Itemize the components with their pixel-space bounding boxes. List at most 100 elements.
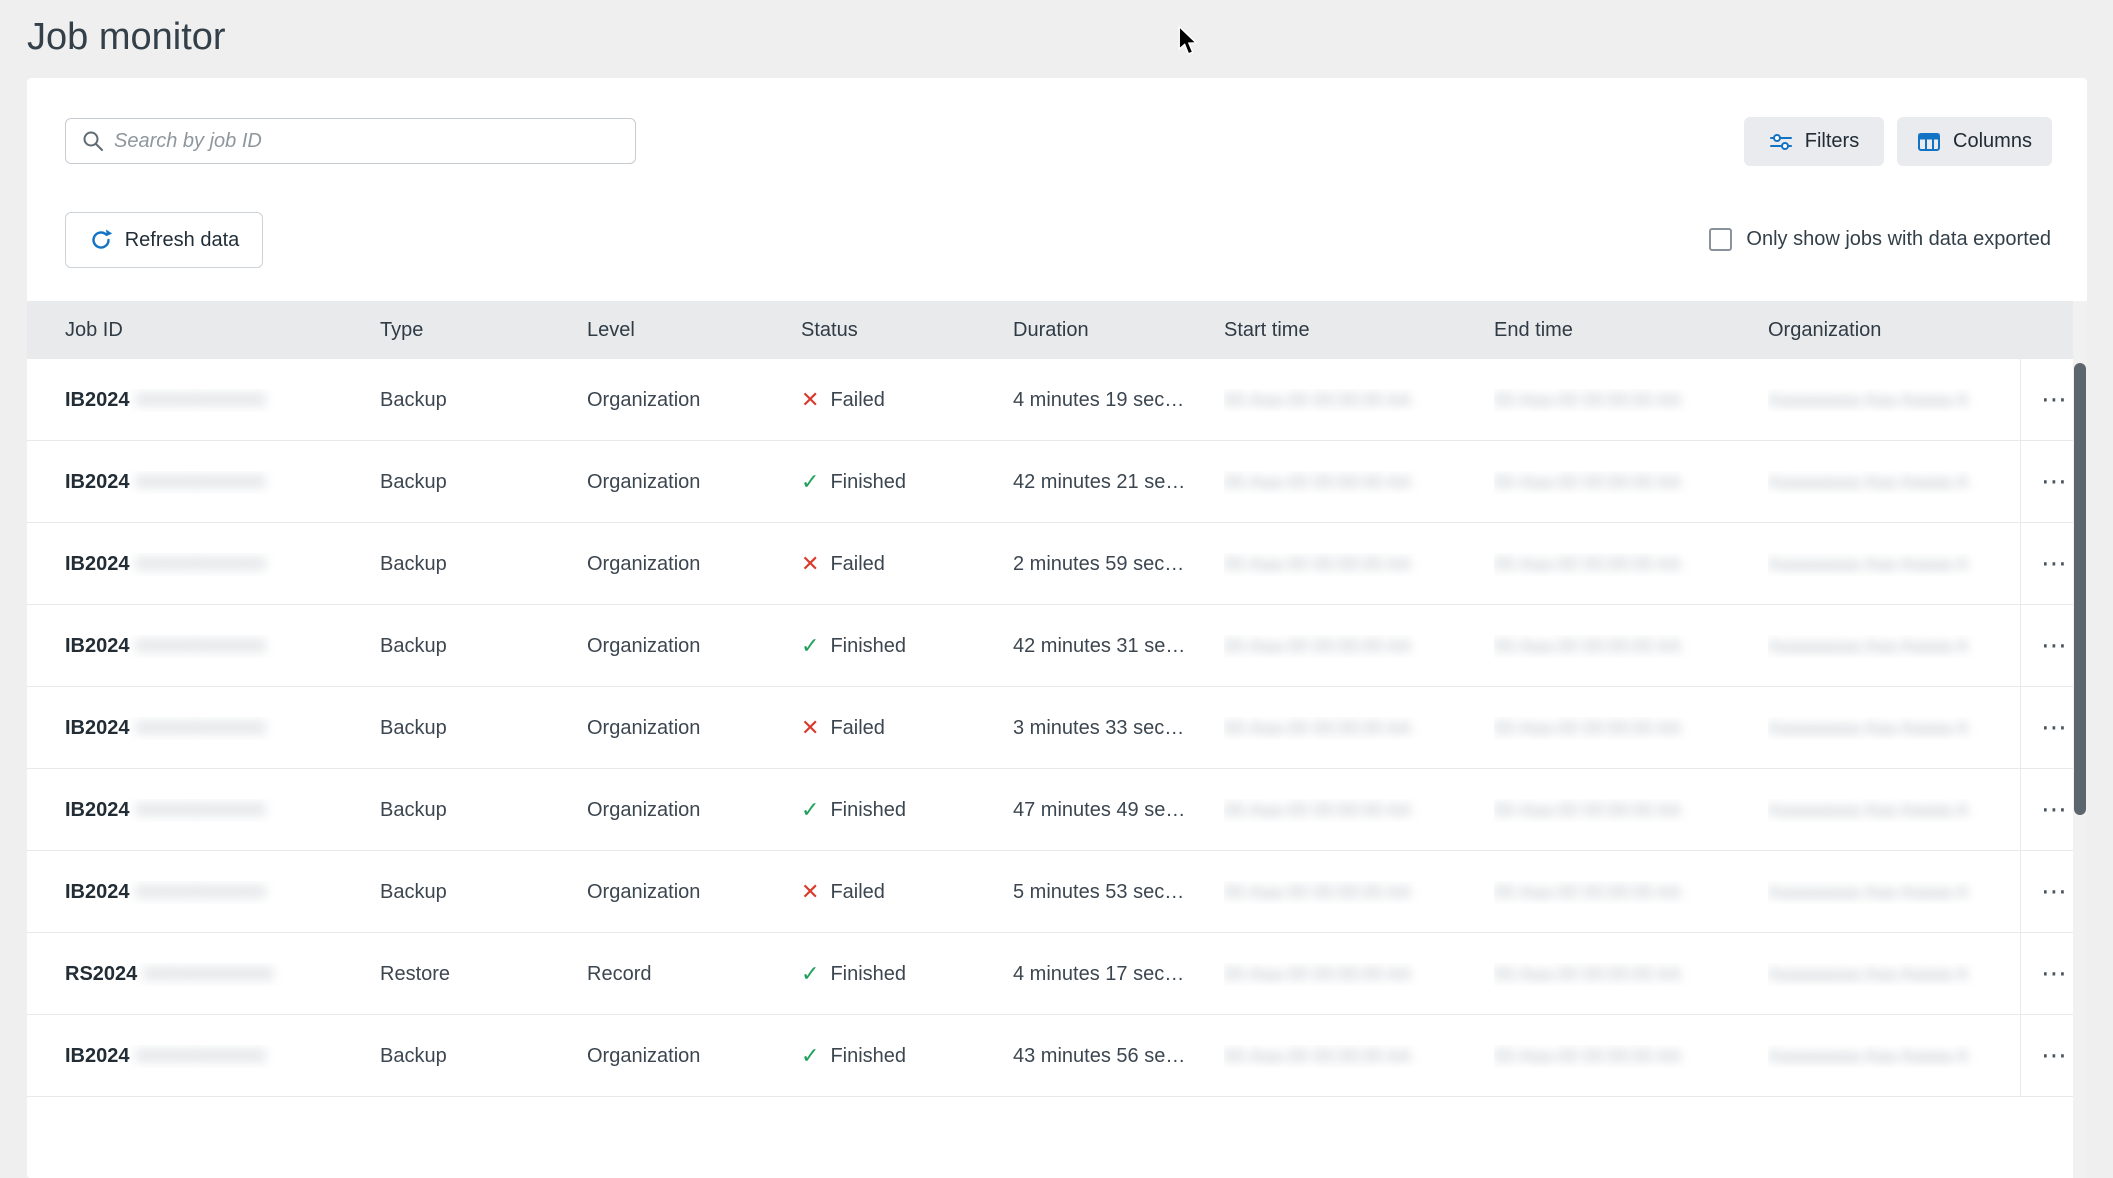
column-header-organization[interactable]: Organization (1768, 319, 2020, 342)
organization-cell: Aaaaaaaaa Aaa Aaaaa A (1768, 553, 2020, 576)
start-time-redacted: 00-Aaa-00 00:00:00 AA (1224, 390, 1412, 411)
organization-redacted: Aaaaaaaaa Aaa Aaaaa A (1768, 636, 1983, 657)
column-header-end-time[interactable]: End time (1494, 319, 1768, 342)
status-icon: ✓ (801, 635, 819, 657)
job-id-redacted: 0000000000000 (136, 718, 326, 739)
end-time-cell: 00-Aaa-00 00:00:00 AA (1494, 881, 1768, 904)
row-menu-button[interactable]: ⋯ (2031, 1037, 2077, 1075)
level-cell: Organization (587, 635, 801, 658)
duration-cell: 4 minutes 17 sec… (1013, 963, 1224, 986)
column-header-type[interactable]: Type (380, 319, 587, 342)
row-menu-button[interactable]: ⋯ (2031, 791, 2077, 829)
type-cell: Restore (380, 963, 587, 986)
filters-button-label: Filters (1805, 130, 1859, 153)
table-row[interactable]: IB20240000000000000 Backup Organization … (27, 605, 2087, 687)
table-header: Job ID Type Level Status Duration Start … (27, 301, 2087, 359)
filters-button[interactable]: Filters (1744, 117, 1884, 166)
row-menu-button[interactable]: ⋯ (2031, 955, 2077, 993)
type-cell: Backup (380, 635, 587, 658)
job-id-prefix: IB2024 (65, 1045, 130, 1067)
columns-button[interactable]: Columns (1897, 117, 2052, 166)
job-id-redacted: 0000000000000 (143, 964, 333, 985)
job-id-redacted: 0000000000000 (136, 390, 326, 411)
row-menu-button[interactable]: ⋯ (2031, 463, 2077, 501)
duration-cell: 2 minutes 59 sec… (1013, 553, 1224, 576)
organization-cell: Aaaaaaaaa Aaa Aaaaa A (1768, 881, 2020, 904)
end-time-redacted: 00-Aaa-00 00:00:00 AA (1494, 718, 1682, 739)
table-row[interactable]: IB20240000000000000 Backup Organization … (27, 687, 2087, 769)
only-exported-filter: Only show jobs with data exported (1709, 228, 2051, 251)
end-time-redacted: 00-Aaa-00 00:00:00 AA (1494, 964, 1682, 985)
status-cell: ✓ Finished (801, 635, 1013, 658)
row-menu-button[interactable]: ⋯ (2031, 545, 2077, 583)
level-cell: Organization (587, 1045, 801, 1068)
end-time-redacted: 00-Aaa-00 00:00:00 AA (1494, 390, 1682, 411)
job-id-prefix: IB2024 (65, 635, 130, 657)
job-id-redacted: 0000000000000 (136, 472, 326, 493)
organization-redacted: Aaaaaaaaa Aaa Aaaaa A (1768, 964, 1983, 985)
start-time-redacted: 00-Aaa-00 00:00:00 AA (1224, 718, 1412, 739)
end-time-redacted: 00-Aaa-00 00:00:00 AA (1494, 554, 1682, 575)
end-time-cell: 00-Aaa-00 00:00:00 AA (1494, 799, 1768, 822)
start-time-cell: 00-Aaa-00 00:00:00 AA (1224, 1045, 1494, 1068)
search-input[interactable] (114, 119, 635, 163)
organization-redacted: Aaaaaaaaa Aaa Aaaaa A (1768, 800, 1983, 821)
table-row[interactable]: RS20240000000000000 Restore Record ✓ Fin… (27, 933, 2087, 1015)
start-time-cell: 00-Aaa-00 00:00:00 AA (1224, 389, 1494, 412)
row-menu-button[interactable]: ⋯ (2031, 627, 2077, 665)
mouse-cursor (1175, 26, 1201, 56)
organization-redacted: Aaaaaaaaa Aaa Aaaaa A (1768, 1046, 1983, 1067)
column-header-level[interactable]: Level (587, 319, 801, 342)
status-label: Failed (830, 389, 884, 412)
table-row[interactable]: IB20240000000000000 Backup Organization … (27, 1015, 2087, 1097)
row-menu-button[interactable]: ⋯ (2031, 381, 2077, 419)
column-header-job-id[interactable]: Job ID (65, 319, 380, 342)
search-input-wrap[interactable] (65, 118, 636, 164)
type-cell: Backup (380, 553, 587, 576)
start-time-cell: 00-Aaa-00 00:00:00 AA (1224, 881, 1494, 904)
organization-cell: Aaaaaaaaa Aaa Aaaaa A (1768, 717, 2020, 740)
table-row[interactable]: IB20240000000000000 Backup Organization … (27, 851, 2087, 933)
refresh-data-button[interactable]: Refresh data (65, 212, 263, 268)
type-cell: Backup (380, 389, 587, 412)
level-cell: Organization (587, 553, 801, 576)
column-header-start-time[interactable]: Start time (1224, 319, 1494, 342)
end-time-redacted: 00-Aaa-00 00:00:00 AA (1494, 472, 1682, 493)
job-id-redacted: 0000000000000 (136, 554, 326, 575)
status-icon: ✕ (801, 717, 819, 739)
table-row[interactable]: IB20240000000000000 Backup Organization … (27, 359, 2087, 441)
start-time-cell: 00-Aaa-00 00:00:00 AA (1224, 553, 1494, 576)
organization-redacted: Aaaaaaaaa Aaa Aaaaa A (1768, 554, 1983, 575)
page-title: Job monitor (27, 16, 226, 59)
column-header-status[interactable]: Status (801, 319, 1013, 342)
status-icon: ✕ (801, 881, 819, 903)
job-id-redacted: 0000000000000 (136, 800, 326, 821)
organization-cell: Aaaaaaaaa Aaa Aaaaa A (1768, 799, 2020, 822)
status-icon: ✓ (801, 963, 819, 985)
search-icon (82, 130, 104, 152)
row-menu-button[interactable]: ⋯ (2031, 709, 2077, 747)
job-id-prefix: IB2024 (65, 717, 130, 739)
column-header-duration[interactable]: Duration (1013, 319, 1224, 342)
row-menu-button[interactable]: ⋯ (2031, 873, 2077, 911)
scrollbar-thumb[interactable] (2074, 363, 2086, 815)
end-time-cell: 00-Aaa-00 00:00:00 AA (1494, 635, 1768, 658)
level-cell: Organization (587, 799, 801, 822)
only-exported-checkbox[interactable] (1709, 228, 1732, 251)
vertical-scrollbar[interactable] (2073, 301, 2087, 1178)
table-row[interactable]: IB20240000000000000 Backup Organization … (27, 769, 2087, 851)
type-cell: Backup (380, 881, 587, 904)
job-id-cell: IB20240000000000000 (65, 389, 380, 412)
start-time-redacted: 00-Aaa-00 00:00:00 AA (1224, 554, 1412, 575)
job-id-cell: IB20240000000000000 (65, 1045, 380, 1068)
duration-cell: 42 minutes 21 se… (1013, 471, 1224, 494)
end-time-cell: 00-Aaa-00 00:00:00 AA (1494, 717, 1768, 740)
duration-cell: 43 minutes 56 se… (1013, 1045, 1224, 1068)
duration-cell: 3 minutes 33 sec… (1013, 717, 1224, 740)
job-id-cell: IB20240000000000000 (65, 881, 380, 904)
status-label: Finished (830, 963, 906, 986)
table-row[interactable]: IB20240000000000000 Backup Organization … (27, 441, 2087, 523)
organization-cell: Aaaaaaaaa Aaa Aaaaa A (1768, 963, 2020, 986)
table-row[interactable]: IB20240000000000000 Backup Organization … (27, 523, 2087, 605)
status-cell: ✕ Failed (801, 717, 1013, 740)
